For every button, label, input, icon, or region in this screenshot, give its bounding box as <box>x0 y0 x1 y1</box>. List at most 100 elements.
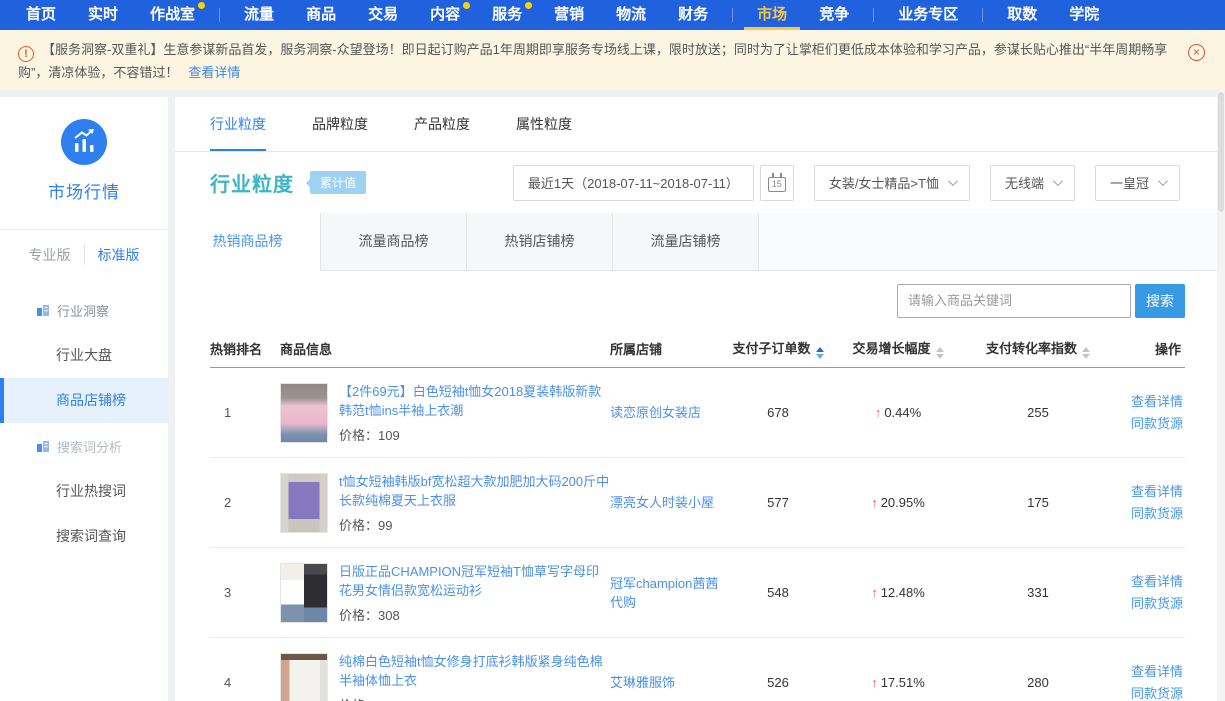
nav-item-business-zone[interactable]: 业务专区 <box>882 0 974 30</box>
growth-value: 12.48% <box>881 585 925 600</box>
sidebar-item-search-word-query[interactable]: 搜索词查询 <box>0 514 168 559</box>
product-image[interactable] <box>280 383 328 443</box>
nav-item-marketing[interactable]: 营销 <box>538 0 600 30</box>
sidebar-item-industry-market[interactable]: 行业大盘 <box>0 333 168 378</box>
keyword-search-input[interactable] <box>897 284 1131 318</box>
notification-dot <box>463 2 470 9</box>
price-label: 价格： <box>339 608 378 623</box>
shop-link[interactable]: 冠军champion茜茜代购 <box>610 576 718 610</box>
search-button[interactable]: 搜索 <box>1135 284 1185 318</box>
sort-icon[interactable] <box>936 347 944 359</box>
same-supply-link[interactable]: 同款货源 <box>1108 593 1183 615</box>
header-label: 支付转化率指数 <box>986 341 1077 356</box>
operation-cell: 查看详情 同款货源 <box>1108 661 1185 701</box>
shop-level-filter[interactable]: 一皇冠 <box>1095 165 1180 201</box>
nav-item-data-fetch[interactable]: 取数 <box>991 0 1053 30</box>
sidebar-item-product-shop-rank[interactable]: 商品店铺榜 <box>0 378 168 423</box>
main-layout: 市场行情 专业版 标准版 行业洞察 行业大盘 商品店铺榜 <box>0 90 1225 701</box>
header-operation: 操作 <box>1108 339 1185 358</box>
nav-item-traffic[interactable]: 流量 <box>228 0 290 30</box>
nav-item-finance[interactable]: 财务 <box>662 0 724 30</box>
product-image[interactable] <box>280 653 328 701</box>
view-detail-link[interactable]: 查看详情 <box>1108 571 1183 593</box>
operation-cell: 查看详情 同款货源 <box>1108 391 1185 435</box>
nav-item-transaction[interactable]: 交易 <box>352 0 414 30</box>
subtab-traffic-products[interactable]: 流量商品榜 <box>321 213 467 270</box>
product-title-link[interactable]: 日版正品CHAMPION冠军短袖T恤草写字母印花男女情侣款宽松运动衫 <box>339 562 610 600</box>
growth-value: 20.95% <box>881 495 925 510</box>
close-icon[interactable]: × <box>1188 44 1205 61</box>
shop-link[interactable]: 艾琳雅服饰 <box>610 675 675 690</box>
shop-cell: 漂亮女人时装小屋 <box>610 493 728 512</box>
nav-item-realtime[interactable]: 实时 <box>72 0 134 30</box>
shop-cell: 冠军champion茜茜代购 <box>610 574 728 612</box>
product-image[interactable] <box>280 473 328 533</box>
view-detail-link[interactable]: 查看详情 <box>1108 391 1183 413</box>
subtab-filler <box>759 213 1225 270</box>
price-label: 价格： <box>339 698 378 701</box>
subtab-hot-products[interactable]: 热销商品榜 <box>175 213 321 271</box>
nav-item-war-room[interactable]: 作战室 <box>134 0 211 30</box>
table-row: 1 【2件69元】白色短袖t恤女2018夏装韩版新款韩范t恤ins半袖上衣潮 价… <box>210 368 1185 458</box>
tab-attribute-granularity[interactable]: 属性粒度 <box>516 97 572 151</box>
nav-item-label: 作战室 <box>150 6 195 23</box>
tab-brand-granularity[interactable]: 品牌粒度 <box>312 97 368 151</box>
nav-item-market[interactable]: 市场 <box>741 0 803 30</box>
rank-cell: 2 <box>210 495 280 510</box>
category-filter[interactable]: 女装/女士精品>T恤 <box>814 165 970 201</box>
nav-item-academy[interactable]: 学院 <box>1053 0 1115 30</box>
nav-item-logistics[interactable]: 物流 <box>600 0 662 30</box>
header-paid-suborders[interactable]: 支付子订单数 <box>728 338 828 359</box>
orders-cell: 577 <box>728 495 828 510</box>
title-filter-row: 行业粒度 累计值 最近1天（2018-07-11~2018-07-11） 15 … <box>175 152 1225 213</box>
sidebar-group-industry-insight[interactable]: 行业洞察 <box>0 287 168 333</box>
version-standard[interactable]: 标准版 <box>84 245 153 265</box>
scrollbar[interactable] <box>1217 90 1225 701</box>
subtab-traffic-shops[interactable]: 流量店铺榜 <box>613 213 759 270</box>
product-image[interactable] <box>280 563 328 623</box>
conversion-cell: 255 <box>968 405 1108 420</box>
sidebar-item-hot-search-words[interactable]: 行业热搜词 <box>0 469 168 514</box>
table-row: 4 纯棉白色短袖t恤女修身打底衫韩版紧身纯色棉半袖体恤上衣 价格：88 艾琳雅服… <box>210 638 1185 701</box>
shop-link[interactable]: 读恋原创女装店 <box>610 405 701 420</box>
shop-link[interactable]: 漂亮女人时装小屋 <box>610 495 714 510</box>
nav-divider <box>732 8 733 22</box>
header-growth[interactable]: 交易增长幅度 <box>828 338 968 359</box>
sidebar-menu: 行业洞察 行业大盘 商品店铺榜 搜索词分析 行业热搜词 搜索词查询 <box>0 279 168 559</box>
product-title-link[interactable]: 【2件69元】白色短袖t恤女2018夏装韩版新款韩范t恤ins半袖上衣潮 <box>339 382 610 420</box>
same-supply-link[interactable]: 同款货源 <box>1108 503 1183 525</box>
notice-detail-link[interactable]: 查看详情 <box>188 65 240 80</box>
price-label: 价格： <box>339 428 378 443</box>
scrollbar-thumb[interactable] <box>1218 92 1224 212</box>
product-info: 日版正品CHAMPION冠军短袖T恤草写字母印花男女情侣款宽松运动衫 价格：30… <box>339 562 610 624</box>
tab-product-granularity[interactable]: 产品粒度 <box>414 97 470 151</box>
price-value: 109 <box>378 428 400 443</box>
terminal-filter[interactable]: 无线端 <box>990 165 1075 201</box>
date-range-filter[interactable]: 最近1天（2018-07-11~2018-07-11） <box>513 165 754 201</box>
view-detail-link[interactable]: 查看详情 <box>1108 661 1183 683</box>
calendar-button[interactable]: 15 <box>760 165 794 201</box>
view-detail-link[interactable]: 查看详情 <box>1108 481 1183 503</box>
sort-icon[interactable] <box>816 347 824 359</box>
nav-item-service[interactable]: 服务 <box>476 0 538 30</box>
header-conversion-index[interactable]: 支付转化率指数 <box>968 338 1108 359</box>
tab-industry-granularity[interactable]: 行业粒度 <box>210 97 266 151</box>
sidebar-group-search-analysis[interactable]: 搜索词分析 <box>0 423 168 469</box>
nav-item-home[interactable]: 首页 <box>10 0 72 30</box>
sort-icon[interactable] <box>1082 347 1090 359</box>
product-title-link[interactable]: t恤女短袖韩版bf宽松超大款加肥加大码200斤中长款纯棉夏天上衣服 <box>339 472 610 510</box>
product-price: 价格：308 <box>339 605 610 624</box>
nav-item-label: 服务 <box>492 6 522 23</box>
same-supply-link[interactable]: 同款货源 <box>1108 683 1183 701</box>
rank-cell: 1 <box>210 405 280 420</box>
notification-dot <box>525 2 532 9</box>
same-supply-link[interactable]: 同款货源 <box>1108 413 1183 435</box>
subtab-hot-shops[interactable]: 热销店铺榜 <box>467 213 613 270</box>
nav-item-competition[interactable]: 竞争 <box>803 0 865 30</box>
product-title-link[interactable]: 纯棉白色短袖t恤女修身打底衫韩版紧身纯色棉半袖体恤上衣 <box>339 652 610 690</box>
product-cell: t恤女短袖韩版bf宽松超大款加肥加大码200斤中长款纯棉夏天上衣服 价格：99 <box>280 472 610 534</box>
nav-item-product[interactable]: 商品 <box>290 0 352 30</box>
version-pro[interactable]: 专业版 <box>16 245 84 265</box>
conversion-cell: 280 <box>968 675 1108 690</box>
nav-item-content[interactable]: 内容 <box>414 0 476 30</box>
